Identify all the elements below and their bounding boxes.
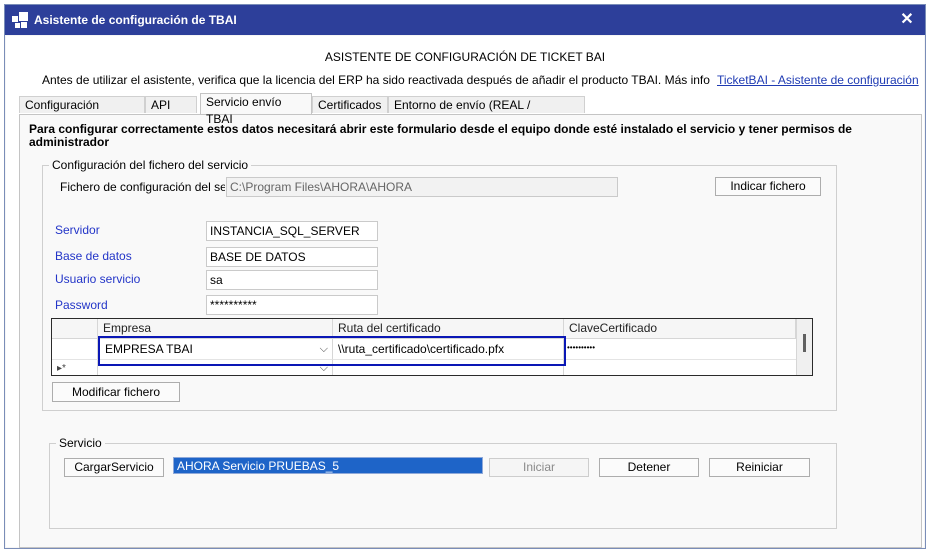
empresa-combo[interactable]: EMPRESA TBAI ⌵ (98, 339, 333, 360)
close-icon[interactable]: ✕ (895, 8, 919, 32)
service-group: Servicio (49, 436, 837, 529)
window-content: ASISTENTE DE CONFIGURACIÓN DE TICKET BAI… (6, 36, 924, 548)
new-row-indicator: ▸* (52, 360, 98, 375)
tab-entorno-envio[interactable]: Entorno de envío (REAL / PRUEBAS) (388, 96, 585, 129)
tab-servicio-envio-tbai[interactable]: Servicio envío TBAI (200, 93, 312, 126)
service-user-field[interactable]: sa (206, 270, 378, 290)
empresa-combo-value: EMPRESA TBAI (105, 342, 193, 356)
indicate-file-button[interactable]: Indicar fichero (715, 177, 821, 196)
database-field[interactable]: BASE DE DATOS (206, 247, 378, 267)
chevron-down-icon[interactable]: ⌵ (320, 362, 328, 375)
title-bar[interactable]: Asistente de configuración de TBAI ✕ (5, 5, 925, 35)
tab-api[interactable]: API (145, 96, 197, 113)
new-row-empresa-cell[interactable]: ⌵ (98, 360, 333, 375)
config-file-label: Fichero de configuración del sei (60, 180, 225, 194)
password-label: Password (55, 298, 108, 312)
app-icon (12, 12, 28, 28)
tab-configuracion-general[interactable]: Configuración general (19, 96, 145, 129)
admin-warning: Para configurar correctamente estos dato… (29, 122, 852, 149)
wizard-heading: ASISTENTE DE CONFIGURACIÓN DE TICKET BAI (324, 50, 606, 64)
database-label: Base de datos (55, 249, 132, 263)
service-group-legend: Servicio (56, 436, 105, 450)
column-header-ruta-certificado[interactable]: Ruta del certificado (333, 319, 564, 339)
window-title: Asistente de configuración de TBAI (34, 13, 237, 27)
chevron-down-icon[interactable]: ⌵ (320, 339, 328, 359)
tab-certificados[interactable]: Certificados (312, 96, 388, 113)
column-header-clave-certificado[interactable]: ClaveCertificado (564, 319, 796, 339)
column-header-empresa[interactable]: Empresa (98, 319, 333, 339)
stop-button[interactable]: Detener (599, 458, 699, 477)
config-file-path-field[interactable]: C:\Program Files\AHORA\AHORA Servicio\PR… (226, 177, 618, 197)
wizard-window: Asistente de configuración de TBAI ✕ ASI… (4, 4, 926, 549)
scrollbar-thumb[interactable] (803, 334, 806, 352)
modify-file-button[interactable]: Modificar fichero (52, 382, 180, 402)
new-row-clave-cell[interactable] (564, 360, 796, 375)
certificate-path-cell[interactable]: \\ruta_certificado\certificado.pfx (333, 339, 564, 360)
server-field[interactable]: INSTANCIA_SQL_SERVER (206, 221, 378, 241)
grid-row-header-corner (52, 319, 98, 339)
help-link[interactable]: TicketBAI - Asistente de configuración (717, 73, 919, 87)
service-selector[interactable]: AHORA Servicio PRUEBAS_5 (173, 457, 483, 474)
license-notice: Antes de utilizar el asistente, verifica… (42, 73, 710, 87)
server-label: Servidor (55, 223, 100, 237)
company-certificate-grid: Empresa Ruta del certificado ClaveCertif… (51, 318, 813, 376)
grid-scrollbar[interactable] (796, 319, 812, 375)
load-service-button[interactable]: CargarServicio (64, 458, 164, 477)
service-user-label: Usuario servicio (55, 272, 141, 286)
password-field[interactable]: ********** (206, 295, 378, 315)
config-group-legend: Configuración del fichero del servicio (49, 158, 252, 172)
certificate-key-cell[interactable]: •••••••••• (564, 339, 796, 360)
row-header[interactable] (52, 339, 98, 360)
new-row-ruta-cell[interactable] (333, 360, 564, 375)
start-button[interactable]: Iniciar (489, 458, 589, 477)
restart-button[interactable]: Reiniciar (709, 458, 810, 477)
